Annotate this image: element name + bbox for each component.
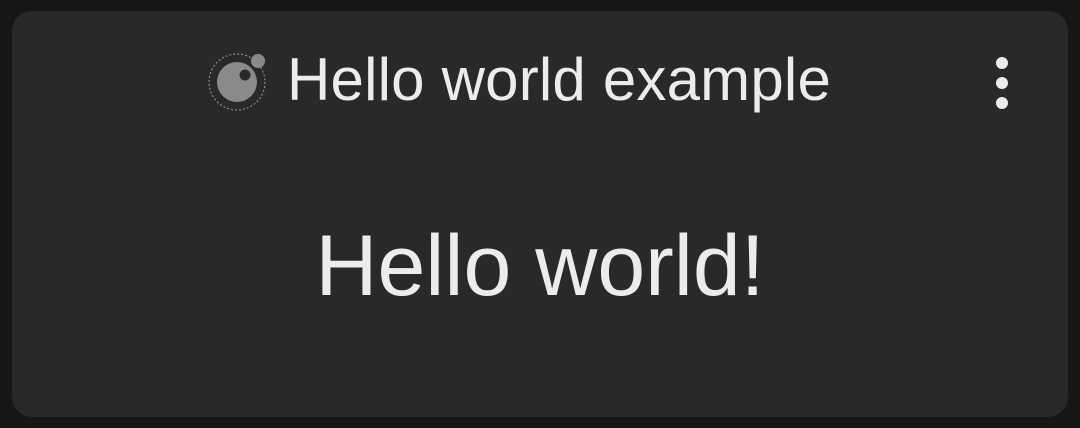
hello-message: Hello world!: [315, 218, 765, 314]
title-group: Hello world example: [207, 49, 831, 111]
more-vertical-icon-dot: [996, 57, 1008, 69]
header: Hello world example: [12, 11, 1068, 151]
ionic-logo-icon: [208, 53, 266, 111]
app-card: Hello world example Hello world!: [12, 11, 1068, 417]
app-title: Hello world example: [287, 46, 832, 113]
more-options-button[interactable]: [984, 47, 1020, 119]
more-vertical-icon-dot: [996, 97, 1008, 109]
more-vertical-icon-dot: [996, 77, 1008, 89]
